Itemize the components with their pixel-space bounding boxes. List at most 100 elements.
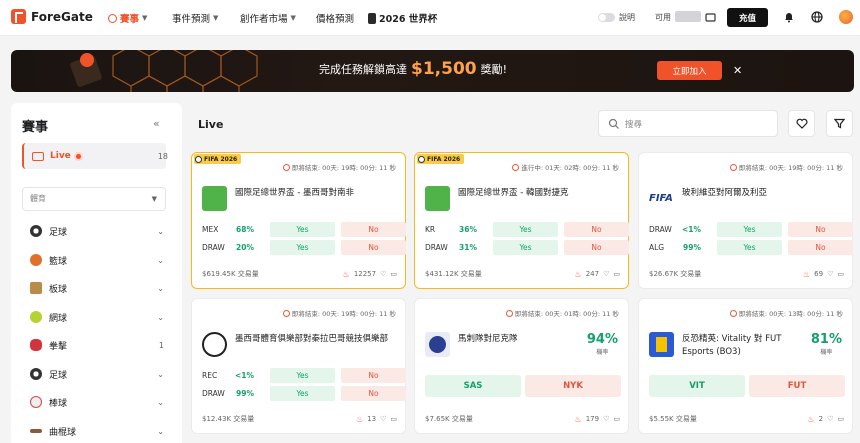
chevron-down-icon: ⌄ <box>157 369 164 379</box>
banner-prefix: 完成任務解鎖高達 <box>319 63 407 76</box>
vit-button[interactable]: VIT <box>649 375 745 397</box>
no-button[interactable]: No <box>341 367 406 383</box>
chevron-down-icon: ▼ <box>290 14 296 22</box>
nav-creator-market[interactable]: 創作者市場 ▼ <box>240 11 296 25</box>
outcome-name: REC <box>202 370 218 380</box>
fut-button[interactable]: FUT <box>749 375 845 397</box>
yes-button[interactable]: Yes <box>493 221 558 237</box>
comment-count: 13 <box>367 415 377 423</box>
heart-icon[interactable]: ♡ <box>603 415 609 423</box>
heart-icon[interactable]: ♡ <box>380 415 386 423</box>
nav-world-cup[interactable]: 2026 世界杯 <box>368 11 437 25</box>
nav-event-prediction[interactable]: 事件預測 ▼ <box>172 11 218 25</box>
chevron-down-icon: ⌄ <box>157 426 164 436</box>
no-button[interactable]: No <box>341 385 406 401</box>
yes-button[interactable]: Yes <box>717 221 782 237</box>
sidebar-item-live[interactable]: Live 18 <box>22 143 168 169</box>
market-card-vit-fut[interactable]: 即將結束: 00天: 13時: 00分: 11 秒 反恐精英: Vitality… <box>638 298 853 434</box>
yes-button[interactable]: Yes <box>270 221 335 237</box>
comment-icon[interactable]: ▭ <box>613 415 620 423</box>
fifa-2026-badge: FIFA 2026 <box>194 154 242 164</box>
sidebar-item-basketball[interactable]: 籃球 ⌄ <box>22 249 166 271</box>
category-select-value: 體育 <box>30 194 46 203</box>
soccer-ball-icon <box>30 225 42 237</box>
timer-text: 即將結束: 00天: 13時: 00分: 11 秒 <box>738 310 843 318</box>
bell-icon[interactable] <box>782 10 796 24</box>
outcome-name: DRAW <box>202 242 225 252</box>
sidebar-item-cricket[interactable]: 板球 ⌄ <box>22 277 166 299</box>
search-input[interactable]: 搜尋 <box>598 110 778 137</box>
market-card-bol-alg[interactable]: 即將結束: 00天: 19時: 00分: 11 秒 FIFA 玻利維亞對阿爾及利… <box>638 152 853 289</box>
clock-icon <box>729 163 737 171</box>
fire-icon: ♨ <box>803 269 811 279</box>
globe-icon[interactable] <box>810 10 824 24</box>
fire-icon: ♨ <box>342 269 350 279</box>
boxing-glove-icon <box>30 339 42 351</box>
yes-button[interactable]: Yes <box>493 239 558 255</box>
sidebar-item-soccer[interactable]: 足球 ⌄ <box>22 220 166 242</box>
heart-icon[interactable]: ♡ <box>827 270 833 278</box>
no-button[interactable]: No <box>788 221 853 237</box>
outcome-name: DRAW <box>425 242 448 252</box>
heart-icon[interactable]: ♡ <box>827 415 833 423</box>
comment-icon[interactable]: ▭ <box>837 415 844 423</box>
heart-icon[interactable]: ♡ <box>603 270 609 278</box>
sidebar-item-american-football[interactable]: 足球 ⌄ <box>22 363 166 385</box>
sas-button[interactable]: SAS <box>425 375 521 397</box>
deposit-button[interactable]: 充值 <box>727 8 768 27</box>
market-card-mex-rsa[interactable]: FIFA 2026 即將結束: 00天: 19時: 00分: 11 秒 國際足總… <box>191 152 406 289</box>
live-count: 18 <box>157 151 168 161</box>
yes-button[interactable]: Yes <box>270 239 335 255</box>
yes-button[interactable]: Yes <box>270 385 335 401</box>
probability-display: 81% 機率 <box>811 332 842 356</box>
heart-icon[interactable]: ♡ <box>380 270 386 278</box>
collapse-icon[interactable]: « <box>153 117 160 130</box>
market-card-sas-nyk[interactable]: 即將結束: 00天: 01時: 00分: 11 秒 馬刺隊對尼克隊 94% 機率… <box>414 298 629 434</box>
comment-icon[interactable]: ▭ <box>390 270 397 278</box>
sidebar-item-hockey[interactable]: 曲棍球 ⌄ <box>22 420 166 442</box>
close-icon[interactable]: ✕ <box>733 64 742 77</box>
explain-toggle[interactable] <box>598 13 615 22</box>
countdown-timer: 即將結束: 00天: 01時: 00分: 11 秒 <box>505 308 619 318</box>
nav-price-prediction[interactable]: 價格預測 <box>316 11 354 25</box>
market-title: 反恐精英: Vitality 對 FUT Esports (BO3) <box>682 334 782 357</box>
yes-button[interactable]: Yes <box>717 239 782 255</box>
comment-count: 12257 <box>353 270 377 278</box>
comment-icon[interactable]: ▭ <box>837 270 844 278</box>
timer-text: 即將結束: 00天: 19時: 00分: 11 秒 <box>738 164 843 172</box>
sport-label: 足球 <box>49 370 68 381</box>
user-avatar[interactable] <box>839 10 853 24</box>
outcome-name: DRAW <box>202 388 225 398</box>
countdown-timer: 即將結束: 00天: 13時: 00分: 11 秒 <box>729 308 843 318</box>
sidebar-item-baseball[interactable]: 棒球 ⌄ <box>22 391 166 413</box>
fire-icon: ♨ <box>574 269 582 279</box>
sidebar-item-tennis[interactable]: 網球 ⌄ <box>22 306 166 328</box>
outcome-name: MEX <box>202 224 219 234</box>
yes-button[interactable]: Yes <box>270 367 335 383</box>
outcome-name: DRAW <box>649 224 672 234</box>
join-now-button[interactable]: 立即加入 <box>657 61 722 80</box>
market-title: 馬刺隊對尼克隊 <box>458 334 518 344</box>
fire-icon: ♨ <box>574 414 582 424</box>
nav-sports[interactable]: 賽事 ▼ <box>108 11 147 25</box>
basketball-icon <box>30 254 42 266</box>
no-button[interactable]: No <box>564 239 629 255</box>
no-button[interactable]: No <box>341 239 406 255</box>
nav-sports-label: 賽事 <box>120 14 140 25</box>
hexagon-pattern-graphic <box>70 50 258 92</box>
no-button[interactable]: No <box>341 221 406 237</box>
filter-button[interactable] <box>826 110 853 137</box>
sidebar-item-boxing[interactable]: 拳擊 1 <box>22 334 166 356</box>
wallet-icon[interactable] <box>703 10 717 24</box>
category-select[interactable]: 體育 ▼ <box>22 187 166 211</box>
no-button[interactable]: No <box>788 239 853 255</box>
no-button[interactable]: No <box>564 221 629 237</box>
market-card-kor-cze[interactable]: FIFA 2026 進行中: 01天: 02時: 00分: 11 秒 國際足總世… <box>414 152 629 289</box>
brand-logo[interactable]: ForeGate <box>11 9 93 24</box>
nyk-button[interactable]: NYK <box>525 375 621 397</box>
favorites-button[interactable] <box>788 110 815 137</box>
comment-icon[interactable]: ▭ <box>613 270 620 278</box>
market-card-rec[interactable]: 即將結束: 00天: 19時: 00分: 11 秒 墨西哥體育俱樂部對秦拉巴哥競… <box>191 298 406 434</box>
clock-icon <box>505 309 513 317</box>
comment-icon[interactable]: ▭ <box>390 415 397 423</box>
